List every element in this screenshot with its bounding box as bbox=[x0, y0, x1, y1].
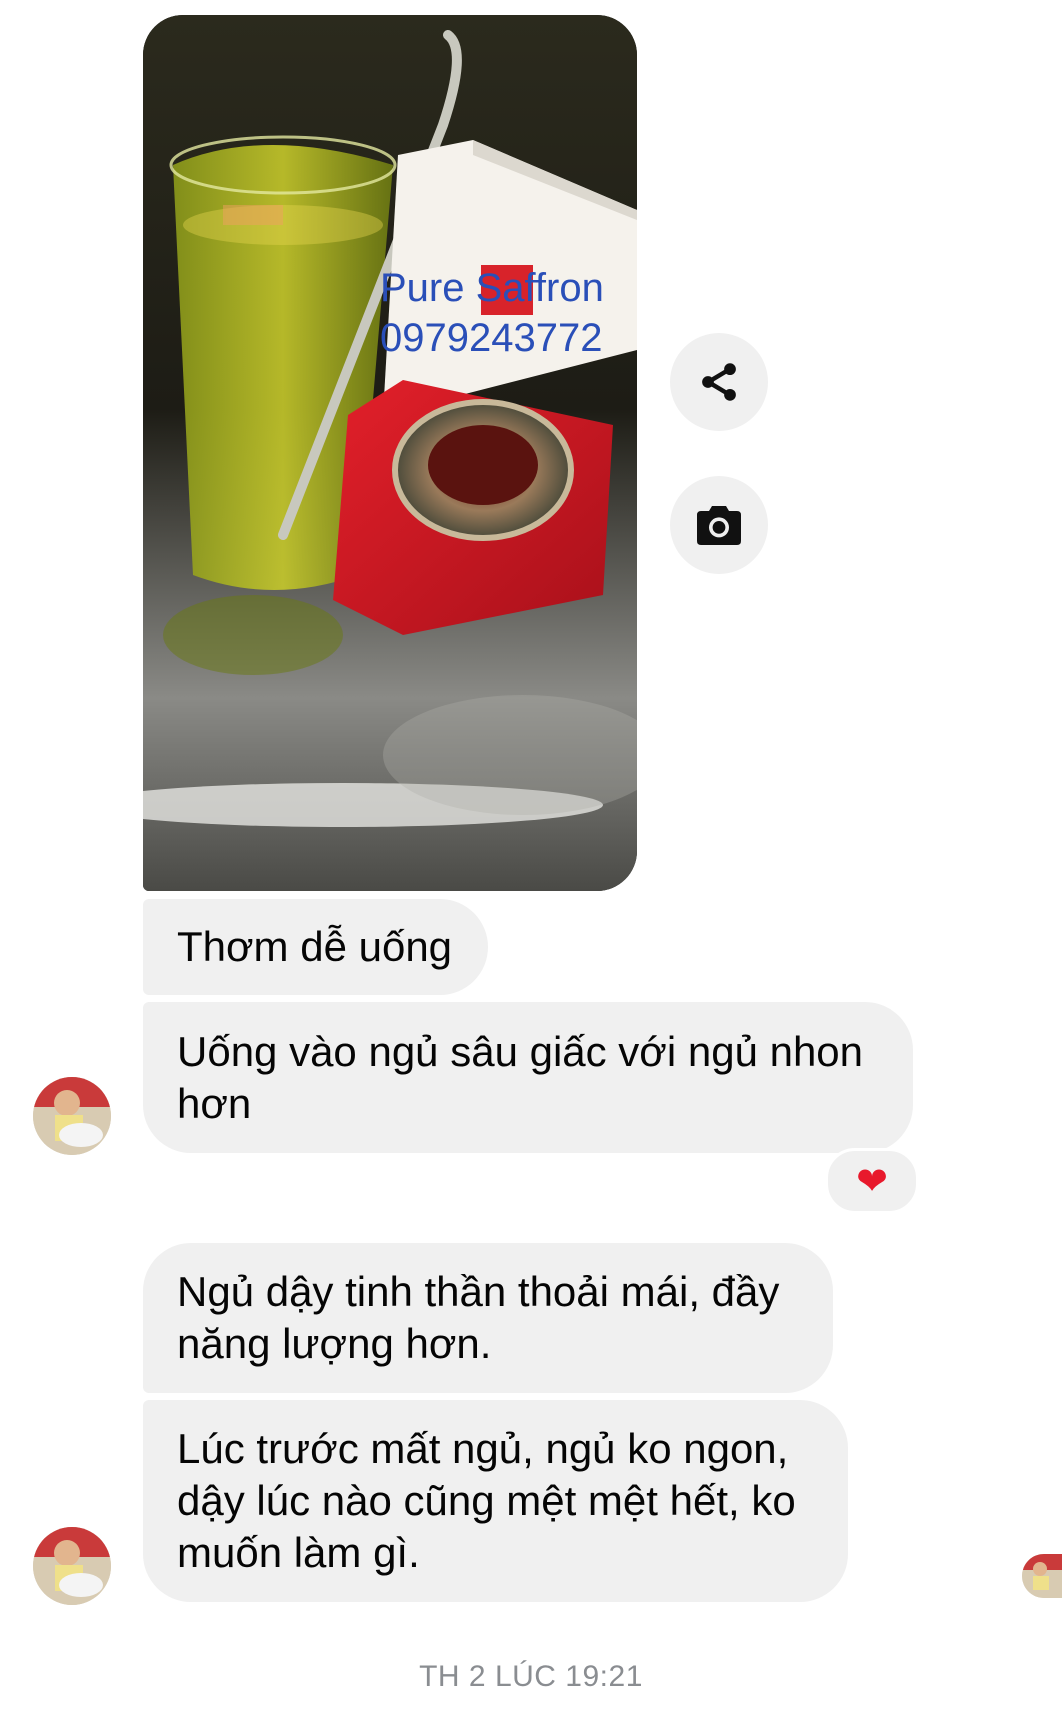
photo-message[interactable]: Pure Saffron 0979243772 bbox=[143, 15, 637, 891]
camera-icon bbox=[697, 506, 741, 545]
message-text: Uống vào ngủ sâu giấc với ngủ nhon hơn bbox=[177, 1027, 864, 1127]
share-icon bbox=[702, 363, 736, 401]
avatar[interactable] bbox=[33, 1077, 111, 1155]
message-bubble[interactable]: Thơm dễ uống bbox=[143, 899, 488, 995]
message-text: Ngủ dậy tinh thần thoải mái, đầy năng lư… bbox=[177, 1268, 780, 1367]
saffron-photo bbox=[143, 15, 637, 891]
watermark-brand: Pure Saffron bbox=[380, 266, 604, 310]
share-button[interactable] bbox=[670, 333, 768, 431]
message-text: Thơm dễ uống bbox=[177, 923, 453, 970]
watermark-phone: 0979243772 bbox=[380, 316, 603, 360]
message-text: Lúc trước mất ngủ, ngủ ko ngon, dậy lúc … bbox=[177, 1425, 796, 1576]
seen-avatar-image bbox=[1022, 1554, 1062, 1598]
timestamp: TH 2 LÚC 19:21 bbox=[419, 1660, 643, 1693]
message-bubble[interactable]: Lúc trước mất ngủ, ngủ ko ngon, dậy lúc … bbox=[143, 1400, 848, 1602]
photo-watermark: Pure Saffron 0979243772 bbox=[380, 263, 604, 363]
camera-button[interactable] bbox=[670, 476, 768, 574]
heart-reaction-icon: ❤ bbox=[856, 1159, 888, 1203]
avatar-image bbox=[33, 1077, 111, 1155]
seen-avatar bbox=[1022, 1554, 1062, 1598]
reaction-badge[interactable]: ❤ bbox=[825, 1148, 919, 1214]
avatar-image bbox=[33, 1527, 111, 1605]
message-bubble[interactable]: Uống vào ngủ sâu giấc với ngủ nhon hơn bbox=[143, 1002, 913, 1153]
message-bubble[interactable]: Ngủ dậy tinh thần thoải mái, đầy năng lư… bbox=[143, 1243, 833, 1393]
avatar[interactable] bbox=[33, 1527, 111, 1605]
